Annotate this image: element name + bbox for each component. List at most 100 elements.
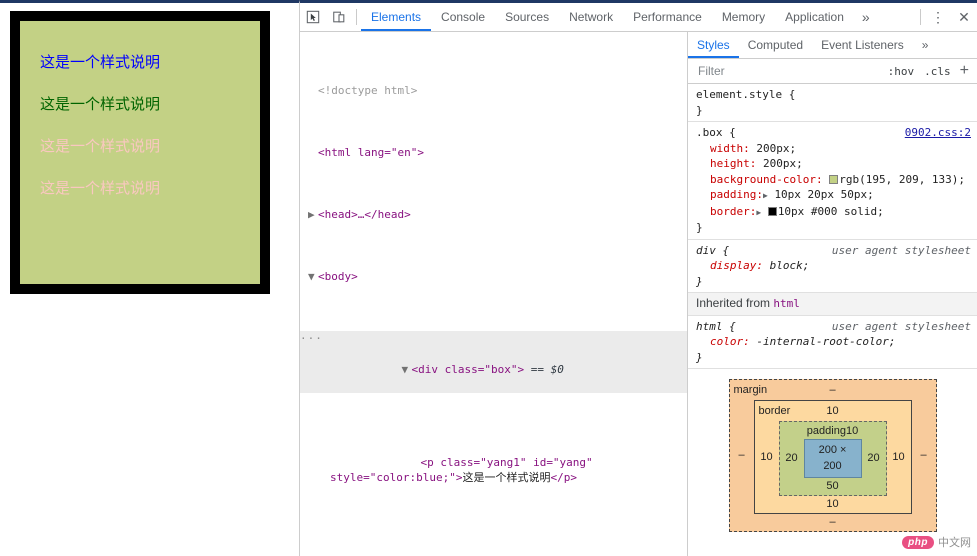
dom-row-head[interactable]: ▶ <head>…</head> <box>300 207 687 223</box>
tab-sources-label: Sources <box>505 10 550 24</box>
screenshot-root: 这是一个样式说明 这是一个样式说明 这是一个样式说明 这是一个样式说明 Elem… <box>0 0 977 556</box>
box-model-border-right[interactable]: 10 <box>891 450 907 466</box>
more-tabs-icon[interactable]: » <box>854 3 878 31</box>
color-swatch-icon[interactable] <box>767 206 777 216</box>
declaration-height[interactable]: height: 200px; <box>696 156 971 172</box>
watermark: php 中文网 <box>902 534 971 550</box>
tab-computed-label: Computed <box>747 38 804 52</box>
tab-console[interactable]: Console <box>431 3 495 31</box>
device-toolbar-icon[interactable] <box>326 3 352 31</box>
twisty-expanded-icon-div[interactable]: ▼ <box>401 362 411 378</box>
box-model-padding-bottom[interactable]: 50 <box>784 479 882 493</box>
tab-network-label: Network <box>569 10 614 24</box>
rule-selector[interactable]: element.style { <box>696 87 971 103</box>
declaration-prop[interactable]: padding: <box>710 188 763 201</box>
box-model-padding-right[interactable]: 20 <box>866 451 882 467</box>
rule-div-user-agent[interactable]: user agent stylesheet div { display: blo… <box>688 240 977 293</box>
declaration-prop[interactable]: width: <box>710 142 750 155</box>
box-model-border-bottom[interactable]: 10 <box>759 497 907 511</box>
declaration-value[interactable]: 200px; <box>756 142 796 155</box>
declaration-value[interactable]: 200px; <box>763 157 803 170</box>
tab-sources[interactable]: Sources <box>495 3 559 31</box>
declaration-value: block; <box>769 259 810 272</box>
twisty-expanded-icon[interactable]: ▼ <box>308 269 318 285</box>
declaration-prop[interactable]: border: <box>710 205 756 218</box>
dom-row-p2[interactable]: <p class="yang1" id="yang2">这是一个样式说明</p> <box>300 548 687 556</box>
rule-box[interactable]: 0902.css:2 .box { width: 200px; height: … <box>688 122 977 240</box>
color-swatch-icon[interactable] <box>829 174 839 184</box>
paragraph-yang2: 这是一个样式说明 <box>40 95 161 113</box>
inspect-element-icon[interactable] <box>300 3 326 31</box>
tab-computed[interactable]: Computed <box>739 32 812 58</box>
filter-input[interactable] <box>696 63 883 79</box>
dom-row-html[interactable]: <html lang="en"> <box>300 145 687 161</box>
rule-origin-link[interactable]: 0902.css:2 <box>905 125 971 141</box>
twisty-collapsed-icon[interactable]: ▶ <box>308 207 318 223</box>
cls-button[interactable]: .cls <box>919 65 956 78</box>
box-model-margin-left[interactable]: – <box>734 448 750 464</box>
styles-more-tabs-icon[interactable]: » <box>913 32 938 58</box>
toolbar-divider-right <box>920 9 921 25</box>
dom-row-body[interactable]: ▼ <body> <box>300 269 687 285</box>
expand-shorthand-icon[interactable]: ▶ <box>763 191 768 200</box>
box-model-border-top[interactable]: 10 <box>808 404 857 418</box>
box-model-border-left[interactable]: 10 <box>759 450 775 466</box>
declaration-padding[interactable]: padding:▶ 10px 20px 50px; <box>696 187 971 204</box>
tab-styles[interactable]: Styles <box>688 32 739 58</box>
dom-badge-dots-icon[interactable]: ··· <box>300 333 323 344</box>
tab-performance[interactable]: Performance <box>623 3 712 31</box>
box-model-margin-label: margin <box>733 384 768 396</box>
box-model-margin-area[interactable]: margin – – border 10 10 padding10 20 200… <box>728 379 937 532</box>
hov-button[interactable]: :hov <box>883 65 920 78</box>
box-model-padding-row: 20 200 × 200 20 <box>784 439 882 478</box>
dom-tree-pane[interactable]: <!doctype html> <html lang="en"> ▶ <head>… <box>300 32 687 556</box>
declaration-width[interactable]: width: 200px; <box>696 141 971 157</box>
box-model-diagram: margin – – border 10 10 padding10 20 200… <box>688 369 977 532</box>
box-model-padding-area[interactable]: padding10 20 200 × 200 20 50 <box>778 421 887 496</box>
dom-row-div-box[interactable]: ··· ▼ <div class="box"> == $0 <box>300 330 687 393</box>
tab-elements[interactable]: Elements <box>361 3 432 31</box>
box-model-padding-top[interactable]: 10 <box>846 425 858 437</box>
new-style-rule-button[interactable]: + <box>956 63 973 79</box>
dom-row-doctype[interactable]: <!doctype html> <box>300 83 687 99</box>
browser-page-viewport: 这是一个样式说明 这是一个样式说明 这是一个样式说明 这是一个样式说明 <box>0 0 299 556</box>
declaration-value[interactable]: 10px #000 solid; <box>778 205 884 218</box>
rule-html-user-agent[interactable]: user agent stylesheet html { color: -int… <box>688 316 977 369</box>
dom-row-p1[interactable]: <p class="yang1" id="yang" style="color:… <box>300 439 687 501</box>
tab-memory[interactable]: Memory <box>712 3 775 31</box>
rule-element-style[interactable]: element.style { } <box>688 84 977 122</box>
box-model-border-header: border 10 <box>759 404 907 418</box>
declaration-prop[interactable]: height: <box>710 157 756 170</box>
tab-network[interactable]: Network <box>559 3 623 31</box>
tab-event-listeners-label: Event Listeners <box>821 38 904 52</box>
settings-kebab-icon[interactable]: ⋮ <box>925 3 951 31</box>
rule-close-brace: } <box>696 103 703 117</box>
selected-node-marker: == $0 <box>530 362 564 376</box>
box-model-margin-bottom[interactable]: – <box>734 515 932 529</box>
close-icon[interactable]: ✕ <box>951 3 977 31</box>
tab-application[interactable]: Application <box>775 3 854 31</box>
dom-tree: <!doctype html> <html lang="en"> ▶ <head>… <box>300 36 687 556</box>
declaration-prop: display: <box>710 259 763 272</box>
declaration-value[interactable]: rgb(195, 209, 133); <box>839 173 965 186</box>
php-logo-icon: php <box>902 535 934 549</box>
box-model-margin-top[interactable]: – <box>800 383 866 397</box>
box-model-padding-header: padding10 <box>784 424 882 438</box>
styles-rules-list[interactable]: element.style { } 0902.css:2 .box { widt… <box>688 84 977 556</box>
tab-event-listeners[interactable]: Event Listeners <box>812 32 913 58</box>
box-model-padding-left[interactable]: 20 <box>784 451 800 467</box>
declaration-border[interactable]: border:▶ 10px #000 solid; <box>696 204 971 221</box>
watermark-text: 中文网 <box>938 537 971 549</box>
box-model-border-area[interactable]: border 10 10 padding10 20 200 × 200 20 5… <box>753 400 912 514</box>
rule-close-brace: } <box>696 350 703 364</box>
expand-shorthand-icon[interactable]: ▶ <box>756 208 761 217</box>
declaration-value[interactable]: 10px 20px 50px; <box>774 188 873 201</box>
box-model-border-row: 10 padding10 20 200 × 200 20 50 10 <box>759 419 907 496</box>
devtools-panel: Elements Console Sources Network Perform… <box>299 0 977 556</box>
box-model-padding-label: padding <box>806 425 846 437</box>
inherited-node-name[interactable]: html <box>773 297 800 310</box>
box-model-content-size[interactable]: 200 × 200 <box>803 439 862 478</box>
declaration-prop[interactable]: background-color: <box>710 173 823 186</box>
declaration-background-color[interactable]: background-color: rgb(195, 209, 133); <box>696 172 971 188</box>
box-model-margin-right[interactable]: – <box>916 448 932 464</box>
